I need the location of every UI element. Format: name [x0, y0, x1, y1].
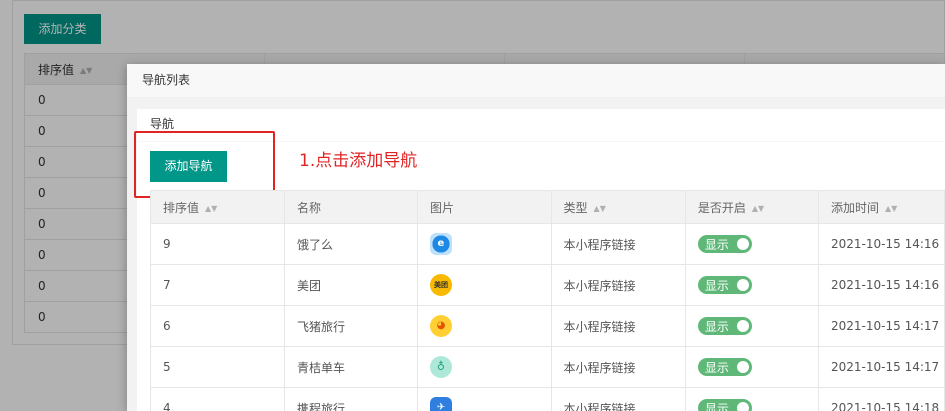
cell-name: 携程旅行	[284, 387, 418, 411]
eleme-logo-icon: e	[429, 233, 452, 255]
cell-sort: 4	[149, 387, 286, 411]
sort-icon[interactable]: ▲▼	[205, 204, 217, 213]
nav-table: 排序值 ▲▼ 名称 图片 类型 ▲▼ 是否开启 ▲▼ 添加时间 ▲▼ 9 饿了么 e 本…	[149, 190, 945, 411]
toggle-knob	[736, 402, 749, 411]
toggle-knob	[736, 320, 749, 332]
cell-name: 青桔单车	[284, 346, 418, 388]
cell-sort: 6	[149, 305, 286, 347]
header-type[interactable]: 类型 ▲▼	[550, 190, 686, 224]
annotation-hint: 1.点击添加导航	[299, 151, 418, 171]
cell-type: 本小程序链接	[550, 223, 686, 265]
table-header-row: 排序值 ▲▼ 名称 图片 类型 ▲▼ 是否开启 ▲▼ 添加时间 ▲▼	[149, 190, 945, 224]
ctrip-logo-icon: ✈	[429, 397, 452, 411]
table-row: 7 美团 美团 本小程序链接 显示 2021-10-15 14:16	[149, 264, 945, 306]
modal-title: 导航列表	[127, 64, 945, 98]
toggle-knob	[736, 238, 749, 250]
status-toggle[interactable]: 显示	[697, 317, 752, 335]
fliggy-logo-icon: ◕	[429, 315, 452, 337]
cell-time: 2021-10-15 14:16	[818, 264, 945, 306]
header-image: 图片	[416, 190, 552, 224]
table-row: 5 青桔单车 ♁ 本小程序链接 显示 2021-10-15 14:17	[149, 346, 945, 388]
cell-sort: 7	[149, 264, 286, 306]
header-name: 名称	[284, 190, 418, 224]
sort-icon[interactable]: ▲▼	[594, 204, 606, 213]
sort-icon[interactable]: ▲▼	[885, 204, 897, 213]
qingju-logo-icon: ♁	[429, 356, 452, 378]
status-toggle[interactable]: 显示	[697, 276, 752, 294]
annotation-highlight-box	[134, 131, 275, 198]
cell-name: 美团	[284, 264, 418, 306]
sort-icon[interactable]: ▲▼	[752, 204, 764, 213]
table-row: 4 携程旅行 ✈ 本小程序链接 显示 2021-10-15 14:18	[149, 387, 945, 411]
cell-name: 飞猪旅行	[284, 305, 418, 347]
table-row: 6 飞猪旅行 ◕ 本小程序链接 显示 2021-10-15 14:17	[149, 305, 945, 347]
status-toggle[interactable]: 显示	[697, 358, 752, 376]
header-created-time[interactable]: 添加时间 ▲▼	[818, 190, 945, 224]
header-enabled[interactable]: 是否开启 ▲▼	[684, 190, 820, 224]
cell-sort: 5	[149, 346, 286, 388]
cell-type: 本小程序链接	[550, 387, 686, 411]
status-toggle[interactable]: 显示	[697, 399, 752, 411]
cell-time: 2021-10-15 14:17	[818, 346, 945, 388]
cell-type: 本小程序链接	[550, 264, 686, 306]
meituan-logo-icon: 美团	[429, 274, 452, 296]
header-sort[interactable]: 排序值 ▲▼	[149, 190, 286, 224]
cell-time: 2021-10-15 14:16	[818, 223, 945, 265]
cell-sort: 9	[149, 223, 286, 265]
toggle-knob	[736, 361, 749, 373]
cell-time: 2021-10-15 14:17	[818, 305, 945, 347]
cell-type: 本小程序链接	[550, 305, 686, 347]
cell-type: 本小程序链接	[550, 346, 686, 388]
status-toggle[interactable]: 显示	[697, 235, 752, 253]
cell-name: 饿了么	[284, 223, 418, 265]
cell-time: 2021-10-15 14:18	[818, 387, 945, 411]
table-row: 9 饿了么 e 本小程序链接 显示 2021-10-15 14:16	[149, 223, 945, 265]
toggle-knob	[736, 279, 749, 291]
